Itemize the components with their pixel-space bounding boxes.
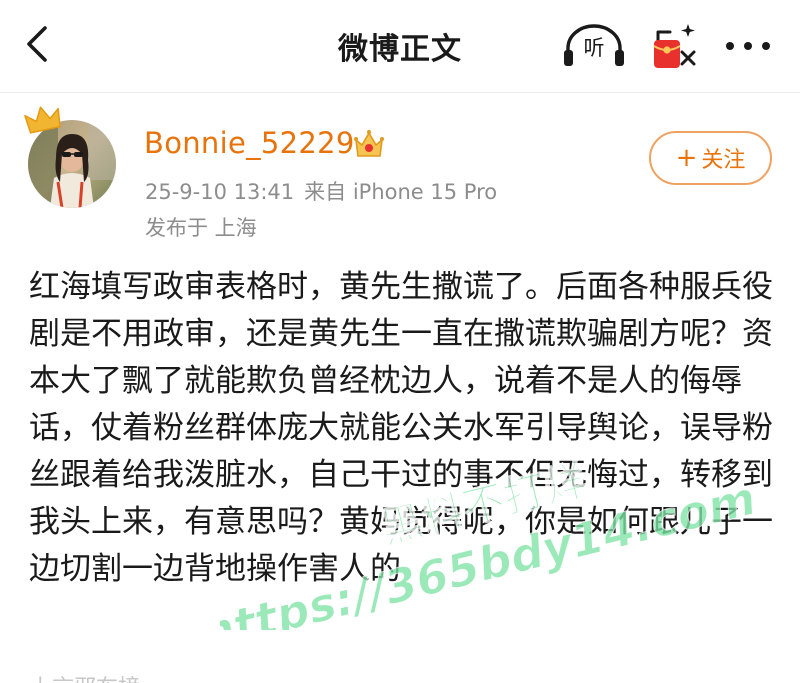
follow-label: 关注 bbox=[701, 148, 746, 173]
follow-button[interactable]: + 关注 bbox=[649, 131, 772, 185]
header-divider bbox=[0, 92, 800, 93]
post-meta: 25-9-10 13:41 来自 iPhone 15 Pro bbox=[145, 176, 497, 206]
cutoff-text: 上言邪布榜 bbox=[30, 670, 140, 683]
plus-icon: + bbox=[675, 143, 698, 173]
post-content: 红海填写政审表格时，黄先生撒谎了。后面各种服兵役剧是不用政审，还是黄先生一直在撒… bbox=[29, 269, 773, 587]
post-source: 来自 iPhone 15 Pro bbox=[304, 180, 498, 204]
red-envelope-button[interactable] bbox=[648, 18, 700, 70]
post-timestamp: 25-9-10 13:41 bbox=[145, 180, 295, 204]
top-nav-bar: 微博正文 听 bbox=[0, 0, 800, 92]
more-dots-icon bbox=[726, 42, 770, 50]
red-envelope-icon bbox=[653, 24, 696, 68]
crown-badge-icon bbox=[24, 106, 61, 134]
listen-label: 听 bbox=[583, 36, 605, 60]
listen-button[interactable]: 听 bbox=[562, 22, 626, 70]
avatar-container[interactable] bbox=[24, 104, 120, 208]
post-location: 发布于 上海 bbox=[145, 216, 257, 240]
weibo-post-page: 微博正文 听 Bonnie_52229 25-9-10 13:41 来自 iPh… bbox=[0, 0, 800, 683]
username[interactable]: Bonnie_52229 bbox=[144, 126, 355, 160]
crown-icon bbox=[354, 130, 384, 157]
more-button[interactable] bbox=[722, 24, 774, 68]
